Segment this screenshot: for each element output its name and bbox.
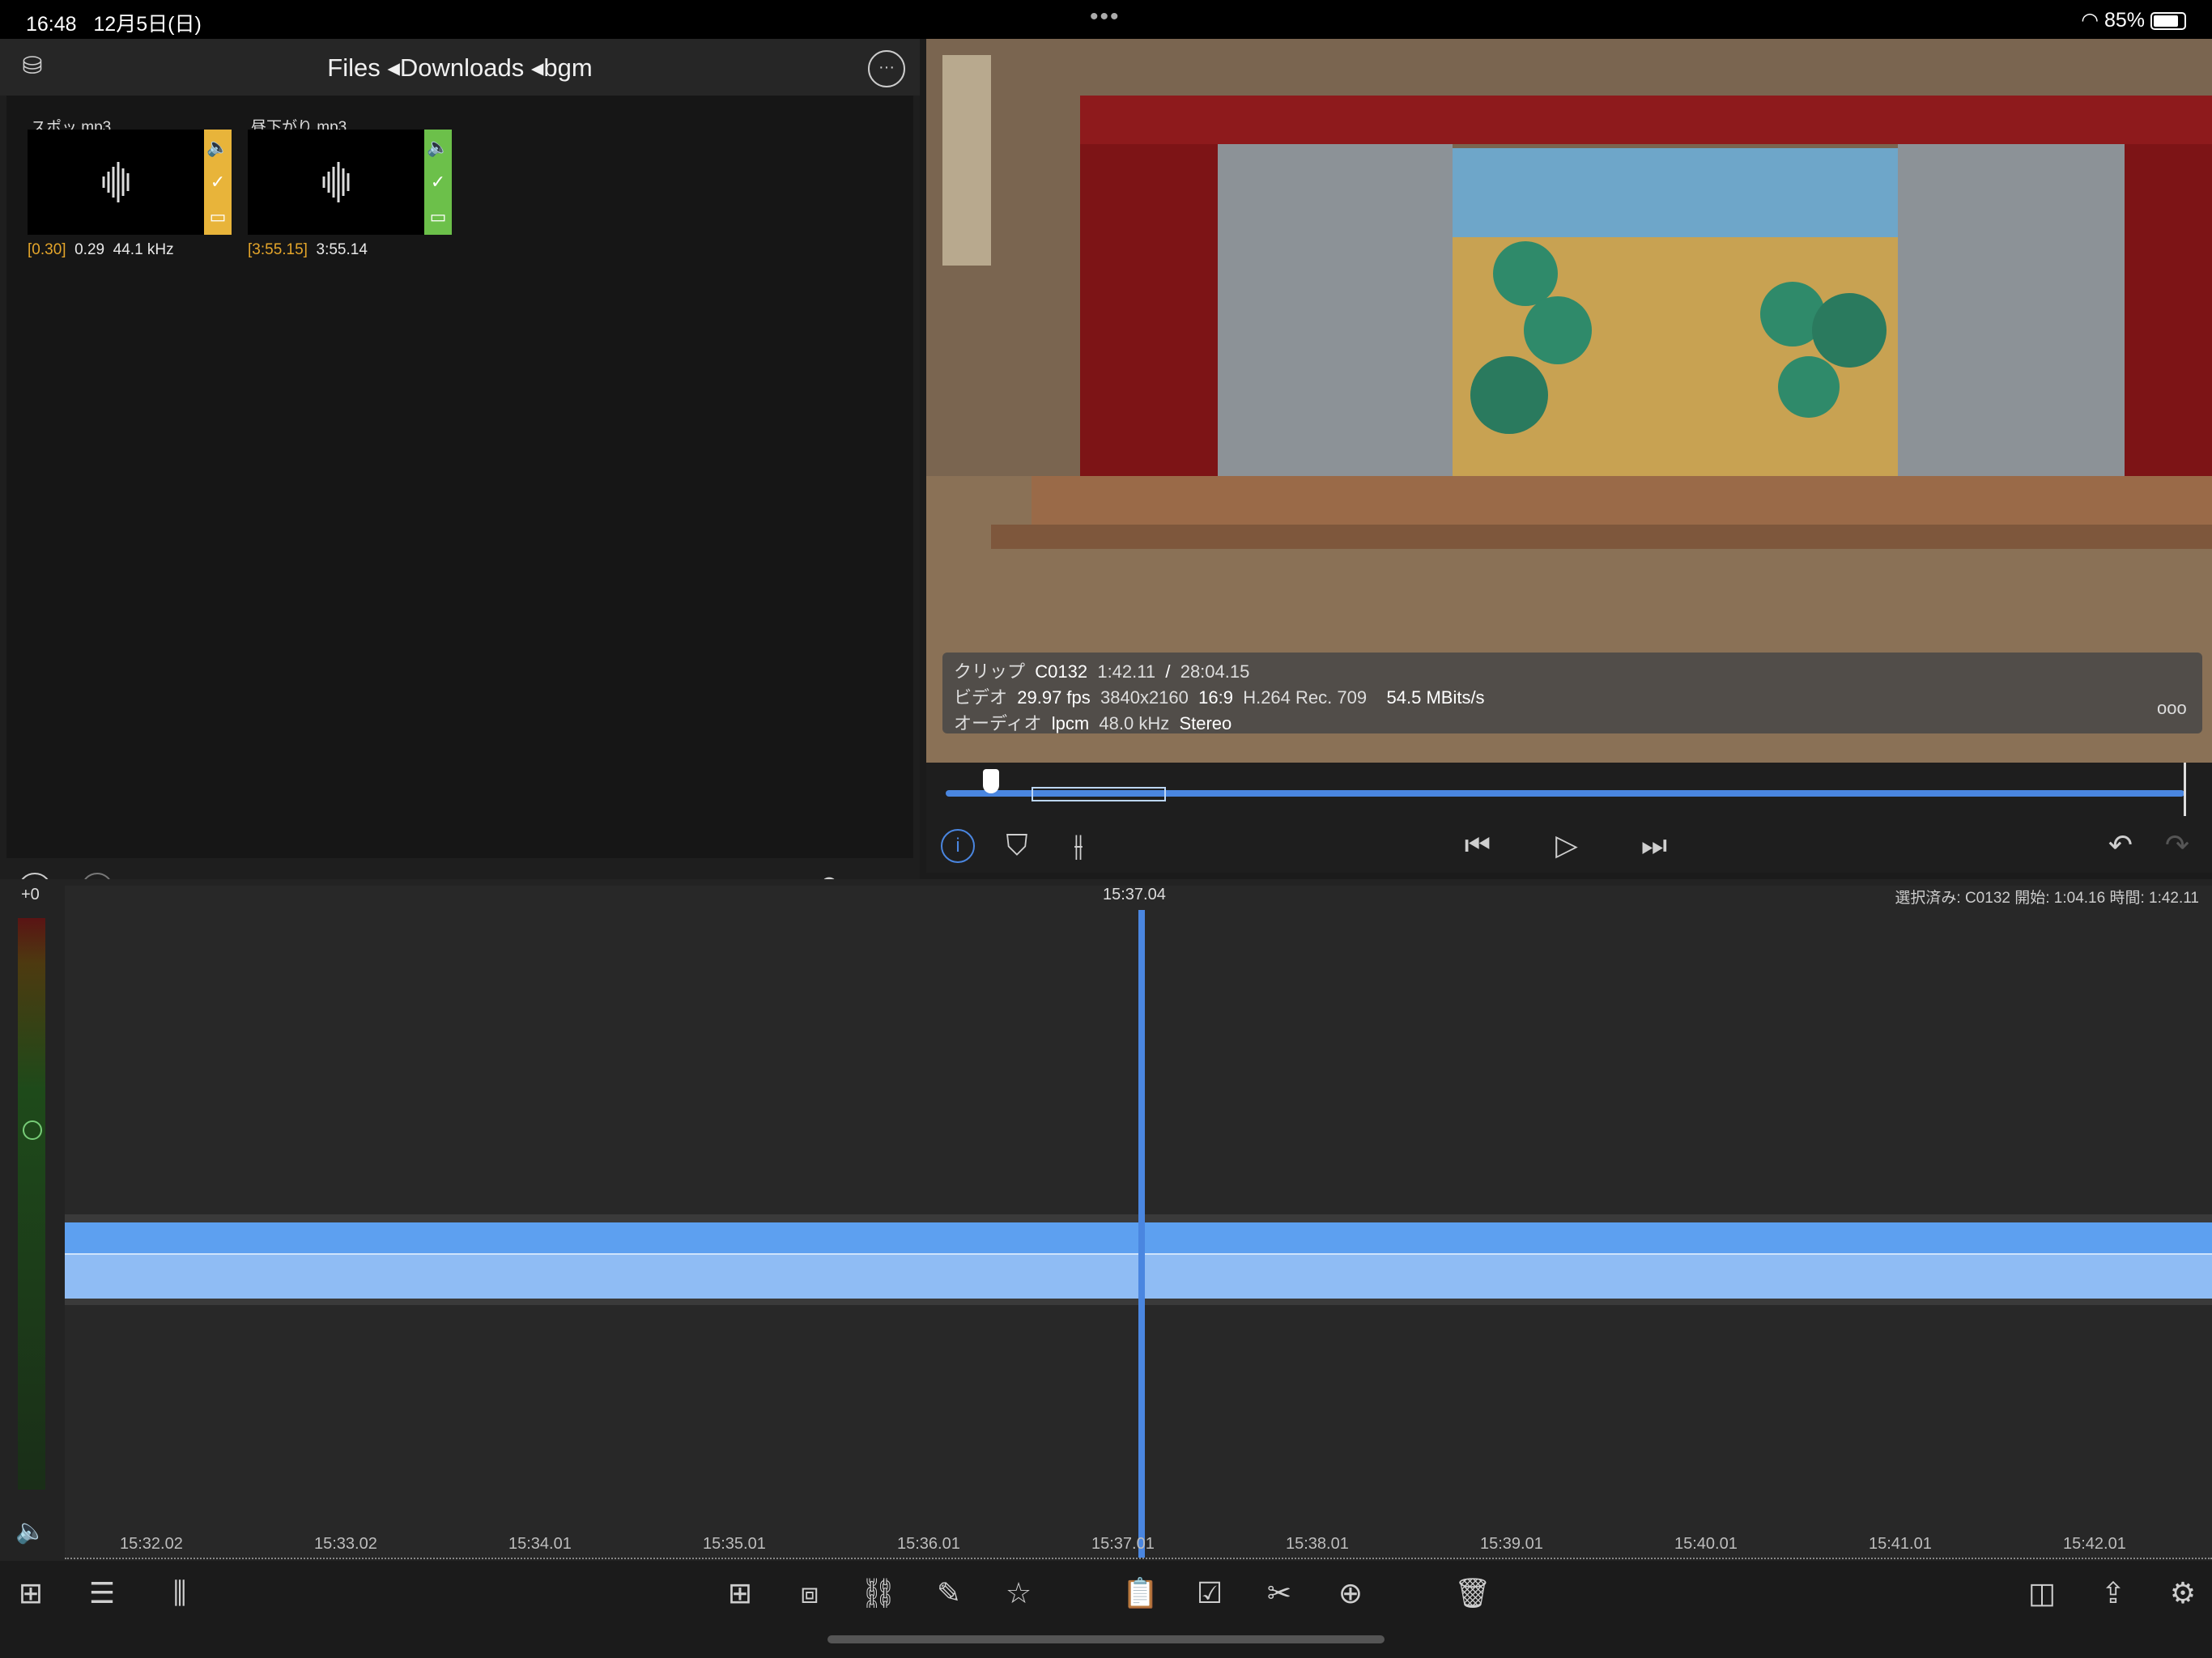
selection-info: 選択済み: C0132 開始: 1:04.16 時間: 1:42.11: [1895, 890, 2199, 907]
status-bar: 16:48 12月5日(日) ••• ◠ 85%: [0, 0, 2212, 39]
scrubber-selection: [1032, 787, 1166, 801]
favorite-icon[interactable]: ☆: [1001, 1577, 1036, 1609]
archive-icon: ▭: [429, 206, 447, 227]
info-icon[interactable]: i: [941, 829, 975, 863]
playhead[interactable]: [1138, 910, 1145, 1558]
ruler-tick: 15:40.01: [1674, 1535, 1738, 1553]
waveform-icon: [322, 162, 350, 202]
breadcrumb[interactable]: Files ◂Downloads ◂bgm: [0, 53, 920, 83]
audio-meter-icon[interactable]: ⫼: [162, 1577, 198, 1609]
replace-clip-icon[interactable]: ⧈: [792, 1577, 827, 1609]
clip-tag-bar[interactable]: 🔈 ✓ ▭: [204, 130, 232, 235]
ruler-tick: 15:37.01: [1091, 1535, 1155, 1553]
check-icon: ✓: [210, 172, 226, 192]
ruler-tick: 15:39.01: [1480, 1535, 1543, 1553]
more-options-icon[interactable]: ···: [868, 50, 905, 87]
gain-label: +0: [21, 886, 40, 903]
settings-gear-icon[interactable]: ⚙: [2165, 1577, 2201, 1609]
add-marker-icon[interactable]: ⛉: [1001, 829, 1033, 861]
play-icon[interactable]: ▷: [1546, 829, 1587, 861]
more-info-button[interactable]: ooo: [2157, 698, 2187, 719]
insert-clip-icon[interactable]: ⊞: [722, 1577, 758, 1609]
level-meter: [18, 918, 45, 1490]
scrubber-area: i ⛉ ⫲ ⏮ ▷ ⏭ ↶ ↷: [926, 763, 2212, 873]
split-icon[interactable]: ⫲: [1062, 829, 1095, 861]
next-edit-icon[interactable]: ⏭: [1634, 829, 1674, 861]
multitask-dots[interactable]: •••: [1090, 3, 1121, 31]
scrubber-end-marker: [2184, 763, 2186, 816]
scissors-icon[interactable]: ✂: [1261, 1577, 1297, 1609]
ruler-tick: 15:36.01: [897, 1535, 960, 1553]
clip-list: スポッ.mp3 🔈 ✓ ▭ [0.30] 0.29 44.1 kHz 昼下がり.mp…: [6, 96, 913, 858]
check-icon: ✓: [430, 172, 446, 192]
ruler-tick: 15:41.01: [1869, 1535, 1932, 1553]
bottom-toolbar: ⊞ ☰ ⫼ ⊞ ⧈ ⛓ ✎ ☆ 📋 ☑ ✂ ⊕ 🗑 ◫ ⇪ ⚙: [0, 1562, 2212, 1658]
track-list-icon[interactable]: ☰: [84, 1577, 120, 1609]
add-track-icon[interactable]: ⊞: [13, 1577, 49, 1609]
ruler-tick: 15:42.01: [2063, 1535, 2126, 1553]
previous-edit-icon[interactable]: ⏮: [1457, 829, 1498, 861]
waveform-thumbnail[interactable]: [28, 130, 204, 235]
check-box-icon[interactable]: ☑: [1192, 1577, 1227, 1609]
file-browser: ⛁ Files ◂Downloads ◂bgm ··· スポッ.mp3 🔈 ✓ ▭ …: [0, 39, 920, 915]
ruler-line: [65, 1558, 2212, 1561]
share-icon[interactable]: ⇪: [2095, 1577, 2131, 1609]
audio-info-row: オーディオ lpcm 48.0 kHz Stereo: [954, 713, 1232, 733]
status-time: 16:48 12月5日(日): [26, 13, 202, 36]
speaker-icon[interactable]: 🔈: [15, 1516, 47, 1548]
waveform-thumbnail[interactable]: [248, 130, 424, 235]
layout-icon[interactable]: ◫: [2024, 1577, 2060, 1609]
redo-icon[interactable]: ↷: [2157, 829, 2197, 861]
level-meter-knob[interactable]: [23, 1120, 42, 1140]
scrubber-handle[interactable]: [983, 769, 999, 793]
clip-meta: [3:55.15] 3:55.14: [248, 241, 368, 258]
speaker-icon: 🔈: [206, 137, 229, 157]
playhead-time: 15:37.04: [1103, 886, 1166, 903]
ruler-tick: 15:34.01: [508, 1535, 572, 1553]
speaker-icon: 🔈: [427, 137, 449, 157]
ruler-tick: 15:38.01: [1286, 1535, 1349, 1553]
clip-info-row: クリップ C0132 1:42.11 / 28:04.15: [954, 661, 1250, 682]
trash-icon[interactable]: 🗑: [1454, 1577, 1491, 1609]
add-circle-icon[interactable]: ⊕: [1333, 1577, 1368, 1609]
ruler-tick: 15:32.02: [120, 1535, 183, 1553]
home-indicator: [827, 1635, 1385, 1643]
clip-meta: [0.30] 0.29 44.1 kHz: [28, 241, 174, 258]
link-icon[interactable]: ⛓: [860, 1577, 897, 1609]
battery-icon: [2150, 12, 2186, 31]
archive-icon: ▭: [209, 206, 227, 227]
video-info-row: ビデオ 29.97 fps 3840x2160 16:9 H.264 Rec. …: [954, 687, 1485, 708]
clip-tag-bar[interactable]: 🔈 ✓ ▭: [424, 130, 452, 235]
waveform-icon: [102, 162, 130, 202]
battery-status: ◠ 85%: [2081, 8, 2186, 32]
wifi-icon: ◠: [2081, 9, 2099, 32]
undo-icon[interactable]: ↶: [2100, 829, 2141, 861]
ruler-tick: 15:35.01: [703, 1535, 766, 1553]
ruler-tick: 15:33.02: [314, 1535, 377, 1553]
pencil-icon[interactable]: ✎: [931, 1577, 967, 1609]
clipboard-icon[interactable]: 📋: [1122, 1577, 1159, 1609]
clip-info-overlay: クリップ C0132 1:42.11 / 28:04.15 ビデオ 29.97 …: [942, 653, 2202, 733]
